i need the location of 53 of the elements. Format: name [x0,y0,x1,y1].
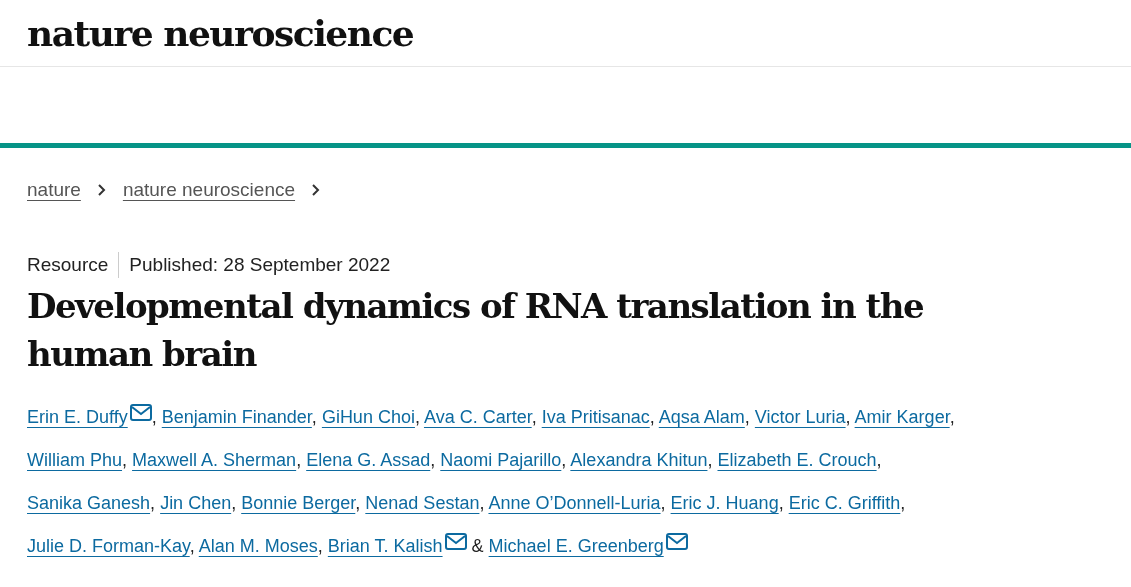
author-link[interactable]: Brian T. Kalish [327,535,443,556]
author-link[interactable]: Benjamin Finander [161,406,312,427]
separator: , [845,406,851,427]
separator: , [778,492,784,513]
author-link[interactable]: Julie D. Forman-Kay [27,535,190,556]
separator: , [151,406,157,427]
article-type: Resource [27,253,109,277]
chevron-icon [96,183,107,197]
author-link[interactable]: Amir Karger [854,406,950,427]
author-link[interactable]: Jin Chen [160,492,232,513]
separator: , [660,492,666,513]
site-logo[interactable]: nature neuroscience [27,6,414,60]
author-link[interactable]: Erin E. Duffy [27,406,128,427]
author-link[interactable]: Michael E. Greenberg [488,535,664,556]
separator: , [649,406,655,427]
separator: , [122,449,128,470]
publish-date: Published: 28 September 2022 [129,253,391,277]
chevron-icon [311,183,322,197]
author-link[interactable]: Bonnie Berger [241,492,356,513]
separator: , [231,492,237,513]
separator: , [296,449,302,470]
separator: , [561,449,567,470]
breadcrumb-link[interactable]: nature neuroscience [122,175,296,205]
separator: , [876,449,882,470]
author-link[interactable]: Sanika Ganesh [27,492,151,513]
author-link[interactable]: Eric C. Griffith [788,492,901,513]
author-link[interactable]: William Phu [27,449,123,470]
separator: , [414,406,420,427]
separator: , [317,535,323,556]
author-link[interactable]: Anne O’Donnell-Luria [488,492,661,513]
separator: & [471,535,484,556]
author-link[interactable]: Iva Pritisanac [541,406,650,427]
separator: , [744,406,750,427]
author-link[interactable]: Naomi Pajarillo [440,449,562,470]
author-link[interactable]: Ava C. Carter [423,406,532,427]
article-title: Developmental dynamics of RNA translation in the human brain [26,284,925,376]
separator: , [355,492,361,513]
breadcrumb-link[interactable]: nature [27,175,81,205]
separator: , [150,492,156,513]
author-link[interactable]: Elizabeth E. Crouch [717,449,877,470]
separator: , [479,492,485,513]
author-link[interactable]: GiHun Choi [321,406,415,427]
author-link[interactable]: Alan M. Moses [198,535,318,556]
author-link[interactable]: Victor Luria [754,406,846,427]
separator: , [707,449,713,470]
author-link[interactable]: Alexandra Khitun [570,449,708,470]
author-link[interactable]: Aqsa Alam [658,406,745,427]
author-link[interactable]: Elena G. Assad [306,449,431,470]
separator: , [900,492,906,513]
separator: , [430,449,436,470]
author-link[interactable]: Maxwell A. Sherman [132,449,297,470]
author-link[interactable]: Eric J. Huang [670,492,779,513]
author-link[interactable]: Nenad Sestan [365,492,480,513]
